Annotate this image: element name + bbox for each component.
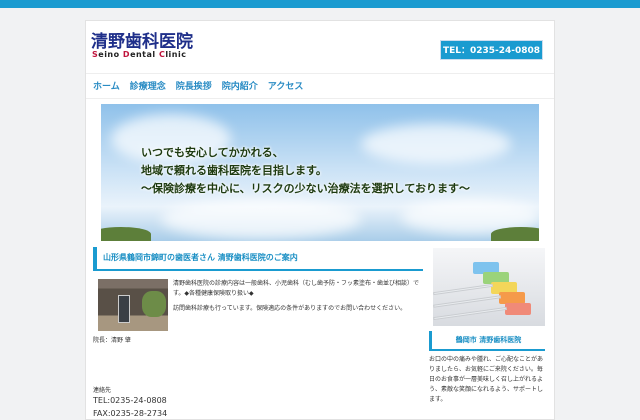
paragraph: 訪問歯科診療も行っています。保険適応の条件がありますのでお問い合わせください。 [173, 305, 407, 312]
paragraph: 清野歯科医院の診療内容は一般歯科、小児歯科（むし歯予防・フッ素塗布・歯並び相談）… [173, 280, 420, 297]
top-bar [0, 0, 640, 8]
logo-cap: D [122, 50, 131, 59]
hero-line: いつでも安心してかかれる、 [141, 146, 284, 159]
contact-tel: TEL:0235-24-0808 [93, 396, 167, 405]
door [118, 295, 130, 323]
logo-word: eino [98, 50, 123, 59]
section-heading: 山形県鶴岡市錦町の歯医者さん 清野歯科医院のご案内 [93, 247, 423, 271]
logo-title[interactable]: 清野歯科医院 [91, 27, 193, 52]
contact-info: TEL:0235-24-0808 FAX:0235-28-2734 [93, 394, 167, 420]
divider [86, 73, 554, 74]
divider [86, 98, 554, 99]
logo-subtitle: Seino Dental Clinic [92, 50, 186, 59]
contact-label: 連絡先 [93, 387, 112, 394]
hero-line: ～保険診療を中心に、リスクの少ない治療法を選択しております～ [141, 182, 471, 195]
nav-access[interactable]: アクセス [268, 79, 304, 92]
logo-word: ental [130, 50, 159, 59]
main-nav: ホーム 診療理念 院長挨拶 院内紹介 アクセス [93, 79, 303, 92]
hero-text: いつでも安心してかかれる、 地域で頼れる歯科医院を目指します。 ～保険診療を中心… [141, 144, 470, 198]
hill [491, 227, 539, 241]
brush-handle [433, 295, 501, 308]
hero-banner: いつでも安心してかかれる、 地域で頼れる歯科医院を目指します。 ～保険診療を中心… [101, 104, 539, 241]
hero-line: 地域で頼れる歯科医院を目指します。 [141, 164, 327, 177]
brush-handle [433, 283, 493, 296]
nav-clinic-intro[interactable]: 院内紹介 [222, 79, 258, 92]
brush-head [505, 303, 531, 315]
contact-fax: FAX:0235-28-2734 [93, 409, 168, 418]
tree [142, 291, 166, 317]
nav-philosophy[interactable]: 診療理念 [130, 79, 166, 92]
brush-handle [433, 306, 507, 321]
sidebar-text: お口の中の痛みや腫れ、ご心配なことがありましたら、お気軽にご来院ください。毎日の… [429, 356, 544, 403]
logo-word: linic [165, 50, 187, 59]
nav-greeting[interactable]: 院長挨拶 [176, 79, 212, 92]
sidebar-heading: 鶴岡市 清野歯科医院 [429, 331, 545, 351]
director-name: 院長：清野 肇 [93, 337, 131, 344]
cloud [161, 199, 361, 239]
tel-badge[interactable]: TEL：0235-24-0808 [440, 40, 543, 60]
clinic-photo [98, 279, 168, 331]
intro-text: 清野歯科医院の診療内容は一般歯科、小児歯科（むし歯予防・フッ素塗布・歯並び相談）… [173, 279, 421, 319]
hill [101, 227, 151, 241]
nav-home[interactable]: ホーム [93, 79, 120, 92]
toothbrush-image [433, 248, 545, 326]
page: 清野歯科医院 Seino Dental Clinic TEL：0235-24-0… [85, 20, 555, 420]
